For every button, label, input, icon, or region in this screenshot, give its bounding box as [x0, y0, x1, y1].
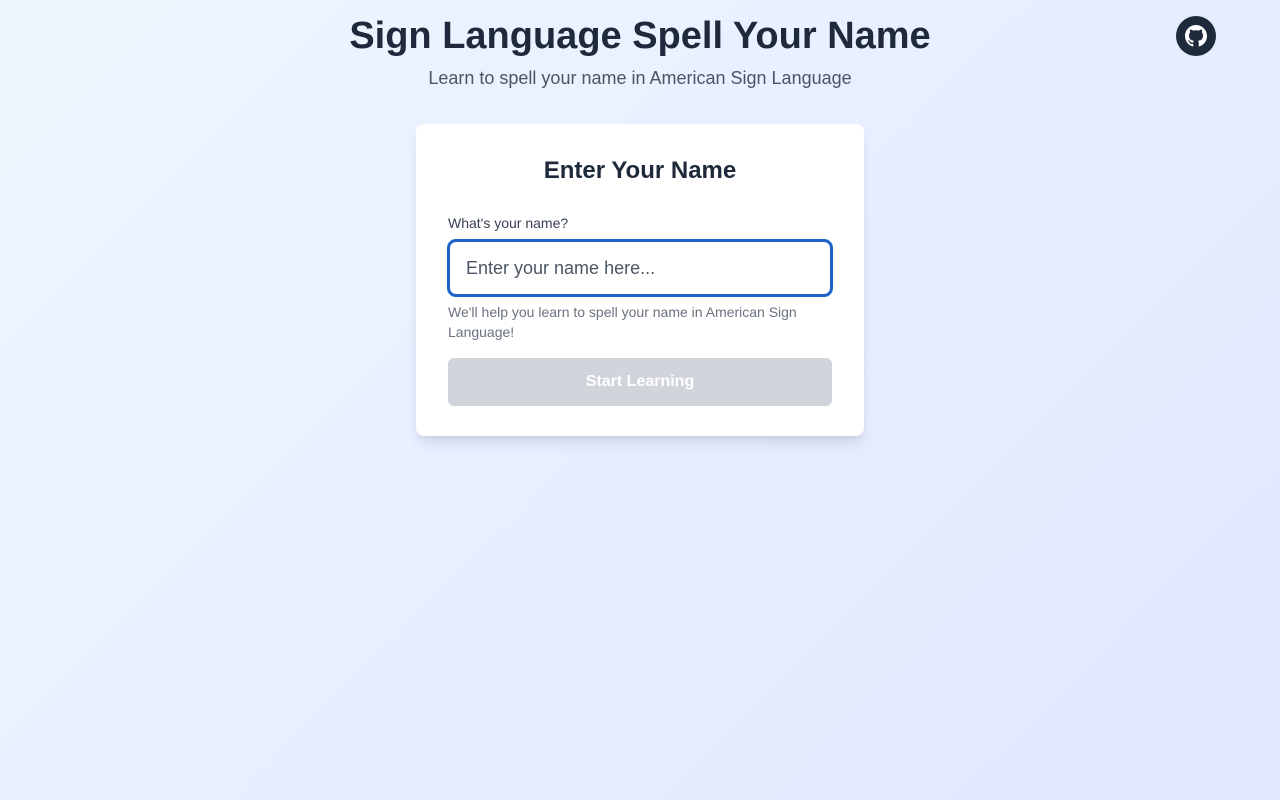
page-title: Sign Language Spell Your Name	[349, 15, 931, 57]
name-field-label: What's your name?	[448, 215, 569, 231]
start-learning-button[interactable]: Start Learning	[448, 358, 832, 406]
helper-text: We'll help you learn to spell your name …	[448, 304, 797, 340]
name-input[interactable]	[448, 240, 832, 296]
card-title: Enter Your Name	[543, 157, 737, 184]
github-icon	[1185, 25, 1207, 47]
name-entry-card: Enter Your Name What's your name? We'll …	[416, 124, 864, 436]
github-link-button[interactable]	[1176, 16, 1216, 56]
page-header: Sign Language Spell Your Name Learn to s…	[0, 0, 1280, 89]
page-subtitle: Learn to spell your name in American Sig…	[428, 68, 852, 88]
